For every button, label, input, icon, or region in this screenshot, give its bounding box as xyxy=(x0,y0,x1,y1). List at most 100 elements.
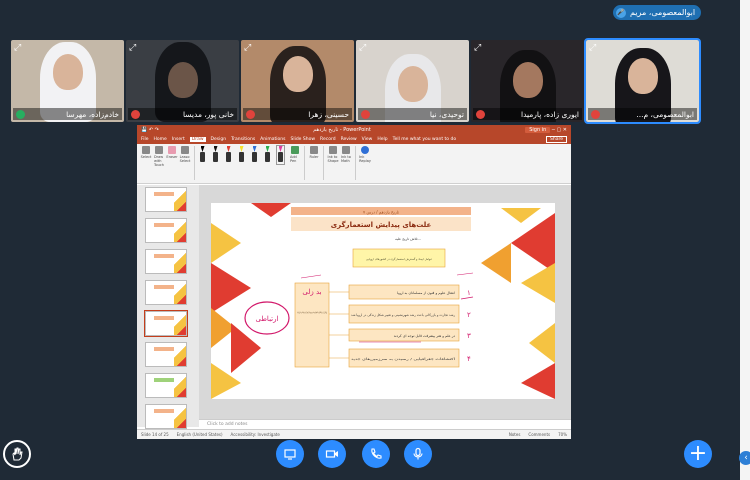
convert-group: Ink to Shape Ink to Math xyxy=(328,146,356,180)
ink-number: ۱ xyxy=(467,289,471,297)
participant-tile[interactable]: ⤢ خادم‌زاده، مهرسا xyxy=(11,40,124,122)
participant-tile-active[interactable]: ⤢ ابوالمعصومی، م... xyxy=(584,38,701,124)
tab-insert[interactable]: Insert xyxy=(172,137,185,142)
phone-button[interactable] xyxy=(362,440,390,468)
phone-icon xyxy=(371,448,382,459)
comments-toggle[interactable]: Comments xyxy=(528,432,550,437)
tell-me-search[interactable]: Tell me what you want to do xyxy=(393,137,457,142)
expand-icon[interactable]: ⤢ xyxy=(14,43,21,53)
current-slide[interactable]: تاریخ یازدهم / درس ۷ علت‌های پیدایش استع… xyxy=(211,203,555,399)
lasso-tool[interactable]: Lasso Select xyxy=(180,146,190,163)
ink-number: ۳ xyxy=(467,332,471,340)
tab-help[interactable]: Help xyxy=(377,137,387,142)
meeting-controls: + xyxy=(0,438,750,470)
pen-black[interactable] xyxy=(199,146,206,164)
zoom-level[interactable]: 70% xyxy=(558,432,567,437)
participant-tile[interactable]: ⤢ خانی پور، مدیسا xyxy=(126,40,239,122)
slide-thumbnail-selected[interactable]: 13 xyxy=(144,310,188,337)
expand-icon[interactable]: ⤢ xyxy=(244,43,251,53)
decor-triangle xyxy=(501,208,541,223)
pen-yellow[interactable] xyxy=(238,146,245,164)
accessibility-status[interactable]: Accessibility: Investigate xyxy=(231,432,280,437)
decor-triangle xyxy=(529,323,555,363)
help-icon xyxy=(361,146,369,154)
participant-tile[interactable]: ⤢ توحیدی، نیا xyxy=(356,40,469,122)
pen-blue[interactable] xyxy=(251,146,258,164)
microphone-icon xyxy=(413,447,423,460)
draw-ribbon: Select Draw with Touch Eraser Lasso Sele… xyxy=(137,144,571,184)
camera-icon xyxy=(325,450,338,458)
tab-draw[interactable]: Draw xyxy=(189,137,206,142)
add-pen-button[interactable]: Add Pen xyxy=(290,146,300,163)
participant-name: ایوری زاده، پارمیدا xyxy=(521,109,579,119)
handwritten-scribble: ارتباطی xyxy=(256,315,279,323)
add-button[interactable]: + xyxy=(684,440,712,468)
draw-with-touch-tool[interactable]: Draw with Touch xyxy=(154,146,164,167)
ink-to-math-button[interactable]: Ink to Math xyxy=(341,146,351,163)
slide-thumbnail[interactable]: 12 xyxy=(145,280,187,305)
ink-number: ۴ xyxy=(467,355,471,363)
pen-green[interactable] xyxy=(264,146,271,164)
pens-group: Add Pen xyxy=(199,145,305,180)
microphone-button[interactable] xyxy=(404,440,432,468)
expand-icon[interactable]: ⤢ xyxy=(359,43,366,53)
participant-tile[interactable]: ⤢ حسینی، زهرا xyxy=(241,40,354,122)
notes-toggle[interactable]: Notes xyxy=(509,432,521,437)
participant-tile[interactable]: ⤢ ایوری زاده، پارمیدا xyxy=(471,40,584,122)
slide-counter: Slide 14 of 25 xyxy=(141,432,169,437)
tab-file[interactable]: File xyxy=(141,137,149,142)
tab-design[interactable]: Design xyxy=(211,137,227,142)
tab-transitions[interactable]: Transitions xyxy=(231,137,255,142)
expand-icon[interactable]: ⤢ xyxy=(129,43,136,53)
participant-video-strip: ⤢ خادم‌زاده، مهرسا ⤢ خانی پور، مدیسا ⤢ ح… xyxy=(11,38,701,124)
participant-name: حسینی، زهرا xyxy=(308,109,349,119)
raise-hand-button[interactable] xyxy=(3,440,31,468)
slide-title: علت‌های پیدایش استعمارگری xyxy=(331,220,432,229)
item-text: در علم و هنر پیشرفت قابل توجه ای کردند xyxy=(394,334,456,338)
plus-icon xyxy=(291,146,299,154)
mic-muted-icon xyxy=(361,109,370,119)
ruler-button[interactable]: Ruler xyxy=(309,146,319,159)
hand-icon xyxy=(12,447,23,461)
ink-mark xyxy=(456,272,474,276)
participant-name: خانی پور، مدیسا xyxy=(182,109,234,119)
slide-thumbnail[interactable]: 10 xyxy=(145,218,187,243)
pen-red[interactable] xyxy=(225,146,232,164)
decor-triangle xyxy=(231,323,261,373)
ink-to-shape-button[interactable]: Ink to Shape xyxy=(328,146,339,163)
ink-replay-button[interactable]: Ink Replay xyxy=(359,146,371,163)
tab-slide-show[interactable]: Slide Show xyxy=(290,137,315,142)
tab-view[interactable]: View xyxy=(362,137,373,142)
presenter-name: ابوالمعصومی، مریم xyxy=(630,8,696,17)
slide-thumbnail[interactable]: 9 xyxy=(145,187,187,212)
slide-thumbnail[interactable]: 16 xyxy=(145,404,187,429)
share-button[interactable]: Share xyxy=(546,136,567,143)
tab-review[interactable]: Review xyxy=(341,137,357,142)
share-screen-button[interactable] xyxy=(276,440,304,468)
camera-button[interactable] xyxy=(318,440,346,468)
tab-home[interactable]: Home xyxy=(154,137,167,142)
slide-thumbnail[interactable]: 11 xyxy=(145,249,187,274)
expand-icon[interactable]: ⤢ xyxy=(589,43,596,53)
ppt-title: تاریخ یازدهم - PowerPoint xyxy=(313,127,371,133)
pen-black-2[interactable] xyxy=(212,146,219,164)
notes-pane[interactable]: Click to add notes xyxy=(199,419,571,429)
sign-in-button[interactable]: Sign in xyxy=(525,127,551,133)
eraser-tool[interactable]: Eraser xyxy=(166,146,178,159)
save-icon[interactable]: 💾 ↶ ↷ xyxy=(141,127,159,133)
select-tool[interactable]: Select xyxy=(141,146,151,159)
ink-mark xyxy=(300,274,322,279)
slide-thumbnail[interactable]: 14 xyxy=(145,342,187,367)
ink-number: ۲ xyxy=(467,311,471,319)
slide-editing-canvas[interactable]: تاریخ یازدهم / درس ۷ علت‌های پیدایش استع… xyxy=(199,185,571,419)
tab-animations[interactable]: Animations xyxy=(260,137,285,142)
tab-record[interactable]: Record xyxy=(320,137,336,142)
tools-group: Select Draw with Touch Eraser Lasso Sele… xyxy=(141,146,195,180)
ppt-titlebar: 💾 ↶ ↷ تاریخ یازدهم - PowerPoint Sign in … xyxy=(137,125,571,135)
slide-thumbnail[interactable]: 15 xyxy=(145,373,187,398)
presenter-name-badge[interactable]: 🎤 ابوالمعصومی، مریم xyxy=(613,5,702,20)
language-indicator[interactable]: English (United States) xyxy=(177,432,223,437)
pen-pink-selected[interactable] xyxy=(276,145,285,165)
expand-icon[interactable]: ⤢ xyxy=(474,43,481,53)
slide-header-text: تاریخ یازدهم / درس ۷ xyxy=(363,210,399,215)
